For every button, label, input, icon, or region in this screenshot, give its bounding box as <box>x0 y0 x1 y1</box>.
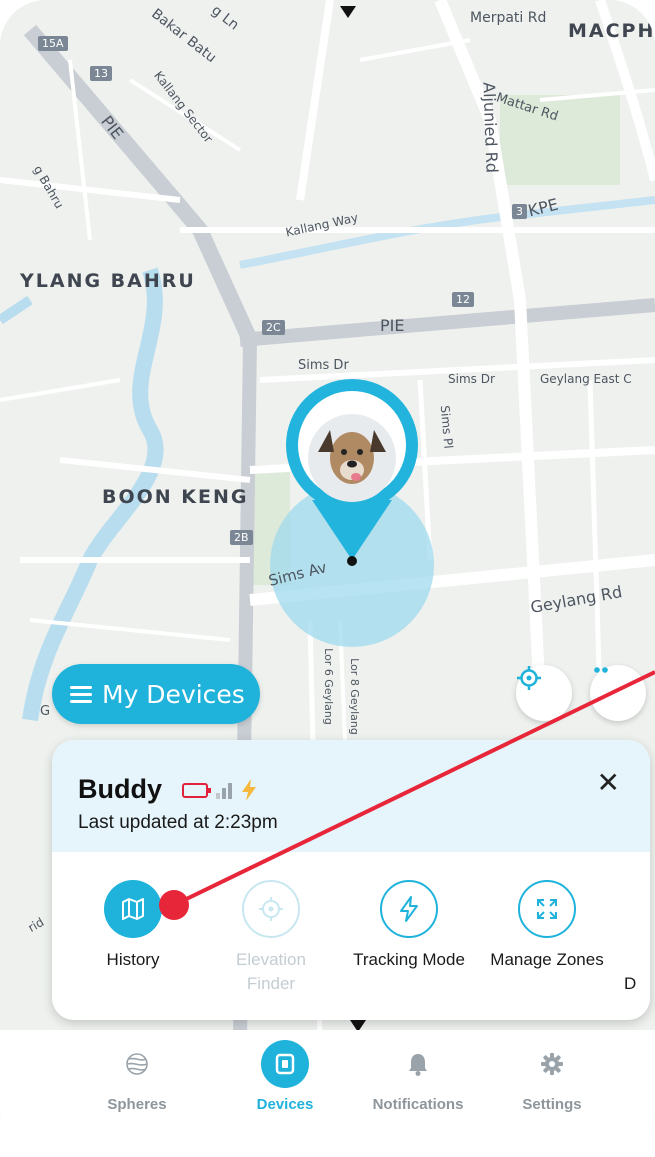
manage-zones-label: Manage Zones <box>490 950 604 969</box>
device-name: Buddy <box>78 774 162 804</box>
bottom-tab-bar: Spheres Devices Notifications Settings <box>0 1030 655 1157</box>
signal-icon <box>216 781 232 799</box>
map-label: Lor 8 Geylang <box>347 658 361 735</box>
gear-icon <box>541 1053 563 1075</box>
map-icon <box>104 880 162 938</box>
history-label: History <box>106 950 160 969</box>
my-devices-label: My Devices <box>102 679 245 709</box>
list-icon <box>70 682 92 707</box>
top-indicator-arrow <box>340 6 356 18</box>
charging-icon <box>242 779 256 801</box>
route-shield: 15A <box>38 36 68 51</box>
partial-action-label: D <box>624 974 637 993</box>
crosshair-icon <box>242 880 300 938</box>
route-shield: 2B <box>230 530 253 545</box>
tab-spheres-label: Spheres <box>107 1096 167 1113</box>
tab-notifications[interactable]: Notifications <box>358 1042 478 1113</box>
last-updated-text: Last updated at 2:23pm <box>78 812 278 833</box>
history-action[interactable]: History <box>73 880 193 972</box>
route-shield: 3 <box>512 204 527 219</box>
tab-settings[interactable]: Settings <box>492 1042 612 1113</box>
map-label: Sims Dr <box>298 358 349 373</box>
more-icon <box>594 667 608 673</box>
locate-button[interactable] <box>516 665 572 721</box>
map-label: Sims Dr <box>448 372 495 386</box>
map-label: YLANG BAHRU <box>20 270 196 292</box>
tracking-mode-action[interactable]: Tracking Mode <box>349 880 469 972</box>
map-label: Geylang East C <box>540 372 632 386</box>
tab-settings-label: Settings <box>522 1096 582 1113</box>
phone-frame: Merpati Rd MACPH Bakar Batu g Ln PIE Kal… <box>0 0 655 1157</box>
expand-icon <box>518 880 576 938</box>
more-button[interactable] <box>590 665 646 721</box>
bell-icon <box>409 1054 427 1076</box>
manage-zones-action[interactable]: Manage Zones <box>487 880 607 972</box>
map-label: MACPH <box>568 20 655 42</box>
tab-notifications-label: Notifications <box>372 1096 464 1113</box>
map-label: BOON KENG <box>102 486 249 508</box>
elevation-finder-action[interactable]: Elevation Finder <box>211 880 331 996</box>
tab-spheres[interactable]: Spheres <box>77 1042 197 1113</box>
battery-low-icon <box>182 782 211 798</box>
partial-action[interactable]: D <box>624 880 650 996</box>
route-shield: 13 <box>90 66 112 81</box>
device-icon <box>261 1040 309 1088</box>
map-label: Merpati Rd <box>470 10 547 26</box>
map-label: G <box>40 704 51 719</box>
tracking-mode-label: Tracking Mode <box>353 950 465 969</box>
lightning-icon <box>380 880 438 938</box>
elevation-finder-label: Elevation Finder <box>236 950 306 993</box>
spheres-icon <box>126 1053 148 1075</box>
my-devices-button[interactable]: My Devices <box>52 664 260 724</box>
route-shield: 2C <box>262 320 285 335</box>
tab-devices[interactable]: Devices <box>225 1040 345 1113</box>
route-shield: 12 <box>452 292 474 307</box>
map-label: PIE <box>380 316 405 335</box>
device-status-icons <box>182 778 258 802</box>
tab-devices-label: Devices <box>256 1096 314 1113</box>
map-label: Lor 6 Geylang <box>321 648 335 725</box>
device-card: Buddy Last updated at 2:23pm ✕ History E… <box>52 740 650 1020</box>
crosshair-icon <box>517 666 541 690</box>
close-icon[interactable]: ✕ <box>597 766 620 799</box>
